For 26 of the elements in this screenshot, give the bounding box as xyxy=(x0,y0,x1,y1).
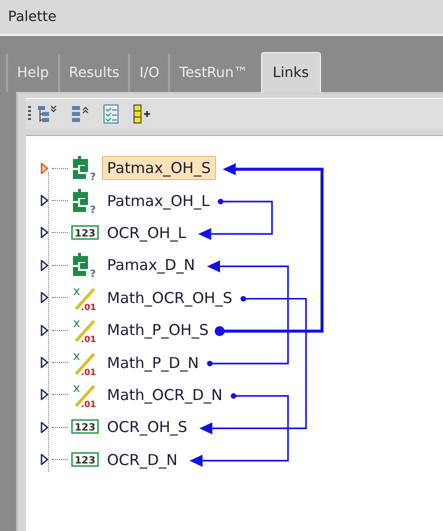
checklist-icon[interactable] xyxy=(103,104,119,124)
tree-item[interactable]: Patmax_OH_L xyxy=(102,188,215,213)
tree-item[interactable]: OCR_OH_S xyxy=(102,415,192,440)
add-signal-icon[interactable] xyxy=(133,104,151,124)
tab[interactable]: Links xyxy=(260,52,321,93)
expand-arrow-icon[interactable] xyxy=(40,454,50,466)
tree-item[interactable]: Math_P_D_N xyxy=(102,350,204,375)
tree-item[interactable]: OCR_OH_L xyxy=(102,220,192,245)
window-title: Palette xyxy=(8,9,56,25)
expand-arrow-icon[interactable] xyxy=(40,389,50,400)
expand-arrow-icon[interactable] xyxy=(40,324,50,336)
tree-item[interactable]: Patmax_OH_S xyxy=(102,156,216,180)
tree-item[interactable]: OCR_D_N xyxy=(102,448,182,472)
expand-all-icon[interactable] xyxy=(37,104,57,124)
tree-item[interactable]: Math_P_OH_S xyxy=(102,318,214,342)
tree-item[interactable]: Math_OCR_D_N xyxy=(102,382,228,407)
expand-arrow-icon[interactable] xyxy=(40,357,50,368)
expand-arrow-icon[interactable] xyxy=(40,292,50,304)
expand-arrow-icon[interactable] xyxy=(40,195,50,206)
expand-arrow-icon[interactable] xyxy=(40,422,50,433)
expand-arrow-icon[interactable] xyxy=(40,260,50,271)
tree-item[interactable]: Pamax_D_N xyxy=(102,253,200,278)
collapse-all-icon[interactable] xyxy=(71,104,89,124)
expand-arrow-icon[interactable] xyxy=(40,227,50,238)
grip-icon[interactable] xyxy=(28,106,31,122)
tree-item[interactable]: Math_OCR_OH_S xyxy=(102,286,238,310)
